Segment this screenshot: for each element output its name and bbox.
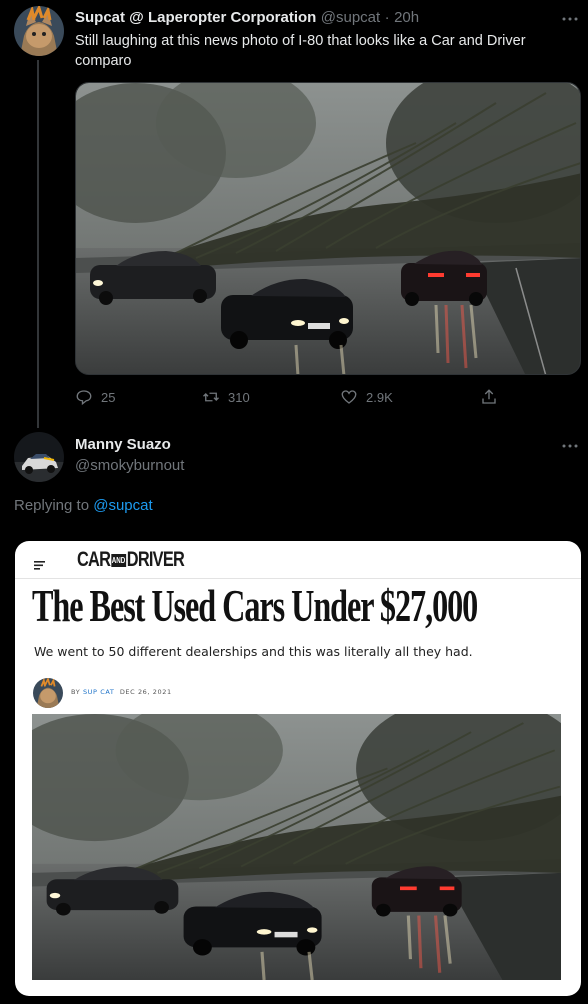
reply-icon [76,390,92,406]
tweet-text: Still laughing at this news photo of I-8… [75,33,526,69]
reply-button[interactable]: 25 [75,388,115,406]
embedded-article-screenshot[interactable]: CAR ANDDRIVER The Best Used Cars Under $2… [15,541,581,996]
handle[interactable]: @supcat [321,9,380,26]
byline-date: DEC 26, 2021 [119,688,172,696]
article-hero-photo [32,714,561,980]
handle[interactable]: @smokyburnout [75,457,184,474]
timestamp[interactable]: 20h [394,9,419,26]
replying-to: Replying to @supcat [14,497,153,514]
display-name[interactable]: Manny Suazo [75,436,171,453]
thread-line [37,60,39,428]
display-name[interactable]: Supcat @ Laperopter Corporation [75,9,316,26]
author-avatar [33,678,63,708]
more-options-icon[interactable] [562,9,578,25]
car-and-driver-logo: CAR ANDDRIVER [77,548,185,571]
heart-icon [341,390,357,404]
retweet-icon [203,392,219,402]
like-count: 2.9K [366,389,393,405]
separator: · [384,9,390,26]
tweet-actions: 25 310 2.9K [75,388,505,410]
tweet-photo[interactable] [75,82,581,375]
replying-to-link[interactable]: @supcat [93,497,152,514]
like-button[interactable]: 2.9K [340,388,393,406]
article-byline: BY SUP CAT DEC 26, 2021 [71,688,172,696]
article-headline: The Best Used Cars Under $27,000 [32,580,478,631]
tweet-header: Supcat @ Laperopter Corporation @supcat … [75,9,419,27]
share-button[interactable] [480,388,498,406]
smokyburnout-avatar[interactable] [14,432,64,482]
byline-author: SUP CAT [82,688,115,696]
retweet-button[interactable]: 310 [202,388,250,406]
supcat-avatar[interactable] [14,6,64,56]
retweet-count: 310 [228,389,250,405]
article-dek: We went to 50 different dealerships and … [34,644,473,659]
reply-count: 25 [101,389,116,405]
share-icon [482,389,496,404]
hamburger-menu-icon [34,557,46,575]
more-options-icon[interactable] [562,436,578,452]
replying-prefix: Replying to [14,497,90,514]
